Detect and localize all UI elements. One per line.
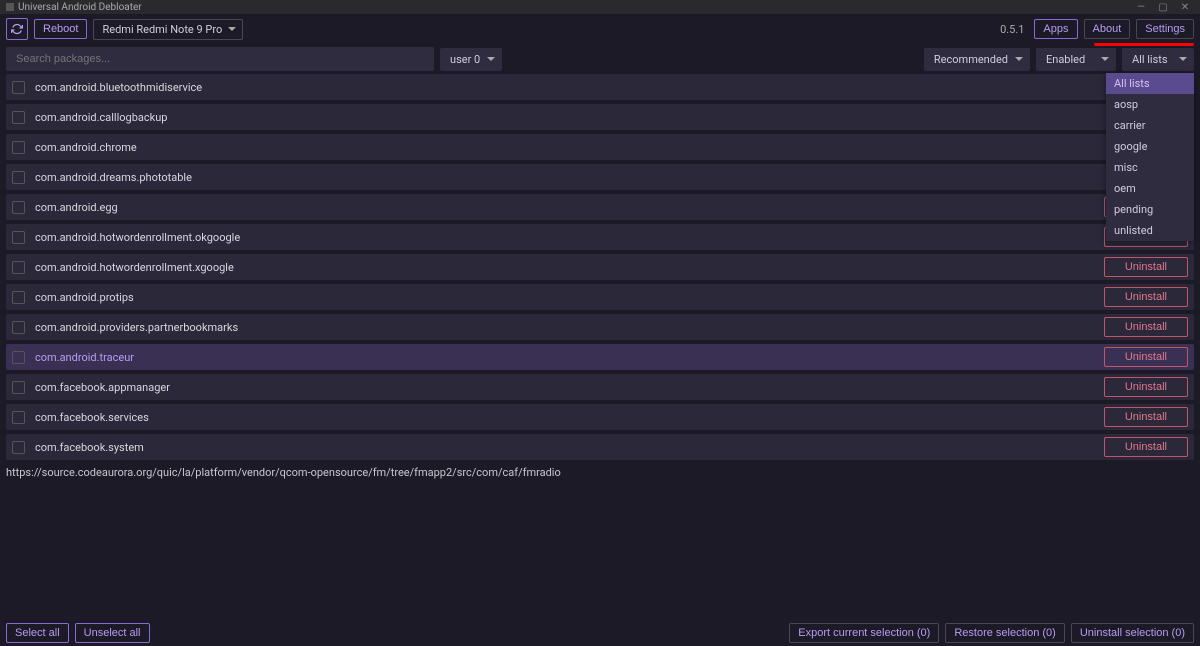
- lists-dropdown-item[interactable]: oem: [1106, 178, 1194, 199]
- package-name: com.facebook.system: [35, 441, 1094, 454]
- filter-enabled[interactable]: Enabled: [1036, 48, 1116, 71]
- package-name: com.android.protips: [35, 291, 1094, 304]
- annotation-underline: [1094, 43, 1194, 46]
- package-name: com.android.bluetoothmidiservice: [35, 81, 1188, 94]
- package-row[interactable]: com.android.calllogbackup: [6, 104, 1194, 130]
- version-label: 0.5.1: [1000, 23, 1024, 36]
- package-checkbox[interactable]: [12, 441, 25, 454]
- package-row[interactable]: com.android.chrome: [6, 134, 1194, 160]
- uninstall-button[interactable]: Uninstall: [1104, 287, 1188, 307]
- close-icon[interactable]: ✕: [1176, 2, 1194, 13]
- device-select[interactable]: Redmi Redmi Note 9 Pro: [93, 19, 243, 40]
- package-checkbox[interactable]: [12, 111, 25, 124]
- package-name: com.android.providers.partnerbookmarks: [35, 321, 1094, 334]
- package-checkbox[interactable]: [12, 141, 25, 154]
- package-row[interactable]: com.android.dreams.phototable: [6, 164, 1194, 190]
- package-row[interactable]: com.android.hotwordenrollment.xgoogle Uni…: [6, 254, 1194, 280]
- select-all-button[interactable]: Select all: [6, 623, 69, 643]
- device-select-label: Redmi Redmi Note 9 Pro: [102, 23, 222, 36]
- user-select[interactable]: user 0: [440, 48, 502, 71]
- uninstall-button[interactable]: Uninstall: [1104, 377, 1188, 397]
- filterbar: user 0 Recommended Enabled All lists: [0, 44, 1200, 74]
- app-icon: [6, 3, 14, 11]
- export-selection-button[interactable]: Export current selection (0): [789, 623, 939, 643]
- package-row[interactable]: com.android.traceur Uninstall: [6, 344, 1194, 370]
- package-row[interactable]: com.facebook.system Uninstall: [6, 434, 1194, 460]
- bottombar: Select all Unselect all Export current s…: [0, 620, 1200, 646]
- package-checkbox[interactable]: [12, 231, 25, 244]
- uninstall-selection-button[interactable]: Uninstall selection (0): [1071, 623, 1194, 643]
- package-name: com.android.chrome: [35, 141, 1188, 154]
- package-name: com.android.hotwordenrollment.xgoogle: [35, 261, 1094, 274]
- package-checkbox[interactable]: [12, 81, 25, 94]
- package-checkbox[interactable]: [12, 171, 25, 184]
- lists-dropdown-item[interactable]: unlisted: [1106, 220, 1194, 241]
- search-input[interactable]: [6, 47, 434, 71]
- filter-lists[interactable]: All lists: [1122, 48, 1194, 71]
- package-row[interactable]: com.facebook.services Uninstall: [6, 404, 1194, 430]
- lists-dropdown-menu: All listsaospcarriergooglemiscoempending…: [1106, 73, 1194, 241]
- unselect-all-button[interactable]: Unselect all: [75, 623, 150, 643]
- uninstall-button[interactable]: Uninstall: [1104, 317, 1188, 337]
- lists-dropdown-item[interactable]: carrier: [1106, 115, 1194, 136]
- minimize-icon[interactable]: —: [1132, 2, 1150, 13]
- package-checkbox[interactable]: [12, 201, 25, 214]
- restore-selection-button[interactable]: Restore selection (0): [945, 623, 1065, 643]
- package-row[interactable]: com.android.bluetoothmidiservice: [6, 74, 1194, 100]
- package-list: com.android.bluetoothmidiservice com.andr…: [0, 74, 1200, 460]
- package-name: com.android.dreams.phototable: [35, 171, 1188, 184]
- package-row[interactable]: com.android.hotwordenrollment.okgoogleUn…: [6, 224, 1194, 250]
- package-row[interactable]: com.facebook.appmanager Uninstall: [6, 374, 1194, 400]
- package-name: com.android.hotwordenrollment.okgoogle: [35, 231, 1094, 244]
- package-checkbox[interactable]: [12, 291, 25, 304]
- package-name: com.android.calllogbackup: [35, 111, 1188, 124]
- package-row[interactable]: com.android.providers.partnerbookmarks Un…: [6, 314, 1194, 340]
- package-row[interactable]: com.android.protips Uninstall: [6, 284, 1194, 310]
- package-checkbox[interactable]: [12, 411, 25, 424]
- uninstall-button[interactable]: Uninstall: [1104, 257, 1188, 277]
- lists-dropdown-item[interactable]: aosp: [1106, 94, 1194, 115]
- titlebar: Universal Android Debloater — ▢ ✕: [0, 0, 1200, 14]
- lists-dropdown-item[interactable]: pending: [1106, 199, 1194, 220]
- uninstall-button[interactable]: Uninstall: [1104, 437, 1188, 457]
- package-name: com.facebook.appmanager: [35, 381, 1094, 394]
- package-name: com.facebook.services: [35, 411, 1094, 424]
- uninstall-button[interactable]: Uninstall: [1104, 347, 1188, 367]
- window-title: Universal Android Debloater: [18, 2, 142, 13]
- nav-apps[interactable]: Apps: [1034, 19, 1077, 39]
- package-name: com.android.egg: [35, 201, 1094, 214]
- lists-dropdown-item[interactable]: google: [1106, 136, 1194, 157]
- filter-recommended[interactable]: Recommended: [924, 48, 1030, 71]
- package-row[interactable]: com.android.eggUninstall: [6, 194, 1194, 220]
- topbar: Reboot Redmi Redmi Note 9 Pro 0.5.1 Apps…: [0, 14, 1200, 44]
- refresh-button[interactable]: [6, 18, 28, 40]
- package-checkbox[interactable]: [12, 381, 25, 394]
- package-checkbox[interactable]: [12, 261, 25, 274]
- uninstall-button[interactable]: Uninstall: [1104, 407, 1188, 427]
- info-url: https://source.codeaurora.org/quic/la/pl…: [0, 460, 1200, 479]
- package-checkbox[interactable]: [12, 321, 25, 334]
- maximize-icon[interactable]: ▢: [1154, 2, 1172, 13]
- nav-about[interactable]: About: [1084, 19, 1131, 39]
- lists-dropdown-item[interactable]: All lists: [1106, 73, 1194, 94]
- lists-dropdown-item[interactable]: misc: [1106, 157, 1194, 178]
- refresh-icon: [11, 23, 23, 35]
- package-name: com.android.traceur: [35, 351, 1094, 364]
- reboot-button[interactable]: Reboot: [34, 19, 87, 39]
- nav-settings[interactable]: Settings: [1136, 19, 1194, 39]
- package-checkbox[interactable]: [12, 351, 25, 364]
